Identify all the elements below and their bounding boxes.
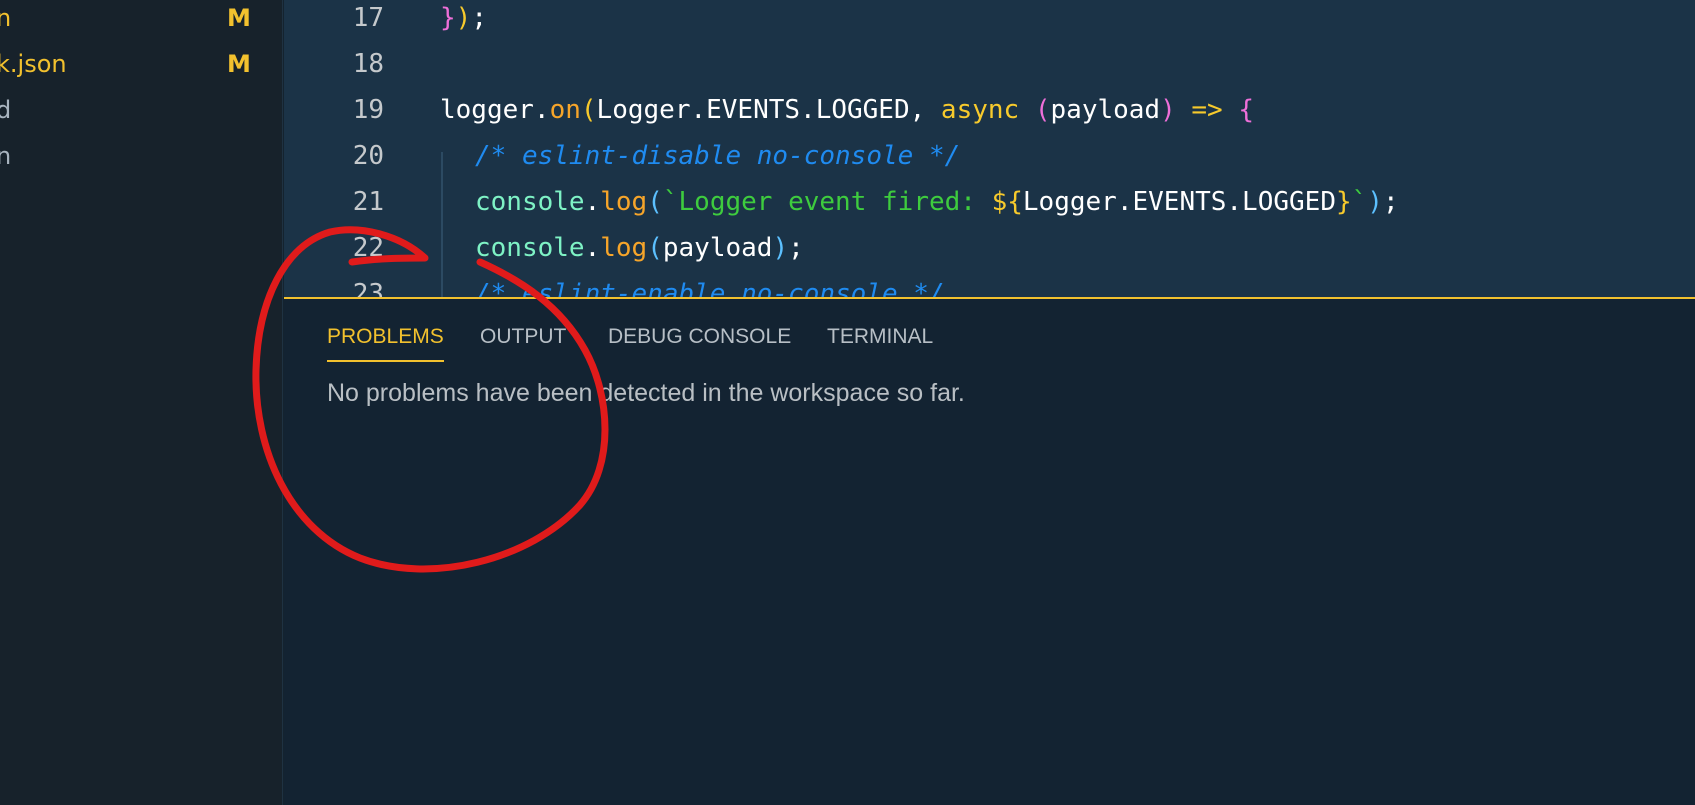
token: console [475,233,585,263]
code-line[interactable]: 23 /* eslint-enable no-console */ [284,274,1695,297]
explorer-file-item[interactable]: d [0,92,283,138]
token: Logger.EVENTS.LOGGED, [596,95,941,125]
line-number: 17 [352,3,384,33]
explorer-file-item[interactable]: k.json M [0,46,283,92]
token: async [940,95,1020,125]
code-comment: /* eslint-disable no-console */ [475,141,961,171]
code-comment: /* eslint-enable no-console */ [475,279,945,297]
token: . [584,233,601,263]
tab-problems[interactable]: PROBLEMS [327,325,444,362]
code-text: console.log(`Logger event fired: ${Logge… [475,187,1399,217]
line-number: 18 [352,49,384,79]
code-line[interactable]: 19 logger.on(Logger.EVENTS.LOGGED, async… [284,90,1695,136]
file-name: n [0,142,12,170]
token: ; [471,3,487,33]
explorer-file-item[interactable]: n [0,138,283,184]
file-name: d [0,96,12,124]
token: payload [662,233,773,263]
token: ( [647,187,663,217]
code-line[interactable]: 22 console.log(payload); [284,228,1695,274]
token: } [440,3,456,33]
tab-output[interactable]: OUTPUT [480,325,566,349]
file-explorer: n M k.json M d n [0,0,283,805]
explorer-file-item[interactable]: n M [0,0,283,46]
token: { [1238,95,1255,125]
token: payload [1050,95,1161,125]
token: console [475,187,585,217]
code-text: logger.on(Logger.EVENTS.LOGGED, async (p… [440,95,1254,125]
token: ` [1351,187,1368,217]
code-line[interactable]: 17 }); [284,0,1695,44]
problems-message: No problems have been detected in the wo… [327,379,965,407]
token: log [600,187,648,217]
tab-debug-console[interactable]: DEBUG CONSOLE [608,325,791,349]
token: logger. [440,95,550,125]
token: ; [788,233,804,263]
token: ) [1367,187,1383,217]
bottom-panel: PROBLEMS OUTPUT DEBUG CONSOLE TERMINAL N… [284,297,1695,805]
token: => [1175,95,1239,125]
line-number: 20 [352,141,384,171]
line-number: 21 [352,187,384,217]
token: ) [772,233,789,263]
line-number: 23 [352,279,384,297]
token: on [549,95,581,125]
line-number: 22 [352,233,384,263]
modified-badge: M [227,50,251,78]
token: ) [455,3,472,33]
token: ( [647,233,663,263]
code-text: }); [440,3,487,33]
token: ; [1382,187,1399,217]
file-name: n [0,4,12,32]
token: log [600,233,648,263]
code-line[interactable]: 20 /* eslint-disable no-console */ [284,136,1695,182]
token: ( [580,95,597,125]
token: Logger event fired: [678,187,992,217]
token: Logger.EVENTS.LOGGED [1022,187,1336,217]
modified-badge: M [227,4,251,32]
token: . [584,187,601,217]
file-name: k.json [0,50,67,78]
token: ( [1034,95,1051,125]
token: ${ [991,187,1023,217]
token: } [1335,187,1352,217]
code-text: console.log(payload); [475,233,804,263]
code-line[interactable]: 18 [284,44,1695,90]
code-editor[interactable]: 17 }); 18 19 logger.on(Logger.EVENTS.LOG… [284,0,1695,297]
code-line[interactable]: 21 console.log(`Logger event fired: ${Lo… [284,182,1695,228]
tab-terminal[interactable]: TERMINAL [827,325,933,349]
token: ` [662,187,679,217]
line-number: 19 [352,95,384,125]
token: ) [1160,95,1176,125]
